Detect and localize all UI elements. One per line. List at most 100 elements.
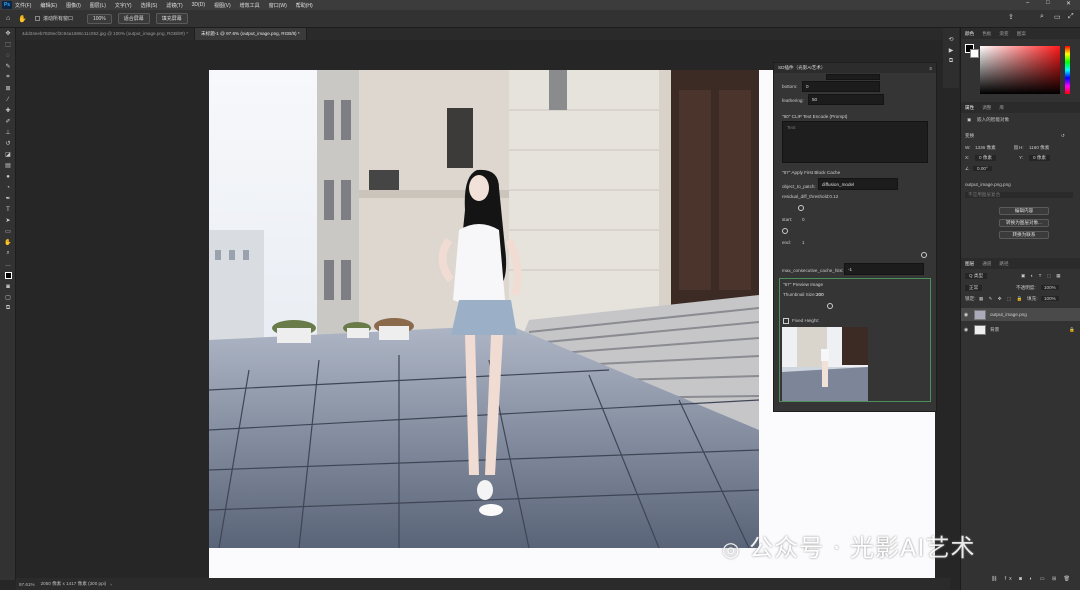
- lock-icons[interactable]: ▦ ✎ ✥ ⬚ 🔒: [979, 296, 1024, 302]
- tab-swatches[interactable]: 色板: [978, 31, 995, 37]
- reset-transform-icon[interactable]: ↺: [1061, 133, 1065, 139]
- menu-layer[interactable]: 图层(L): [90, 2, 106, 9]
- fx-icon[interactable]: fx: [1005, 576, 1015, 582]
- tab-channels[interactable]: 通道: [978, 261, 995, 267]
- screen-mode-icon[interactable]: ▢: [0, 292, 16, 303]
- link-layers-icon[interactable]: ⛓: [991, 576, 1000, 582]
- eye-icon[interactable]: ◉: [961, 327, 971, 333]
- plugin-icon[interactable]: ⧉: [0, 303, 16, 314]
- convert-to-layers-button[interactable]: 转换为图层对象...: [999, 219, 1049, 227]
- layer-filter-select[interactable]: Q 类型: [965, 273, 988, 279]
- group-icon[interactable]: ▭: [1040, 576, 1048, 582]
- share-icon[interactable]: ⇪: [1008, 13, 1014, 21]
- edit-contents-button[interactable]: 编辑内容: [999, 207, 1049, 215]
- fill-value[interactable]: 100%: [1041, 296, 1059, 301]
- delete-layer-icon[interactable]: 🗑: [1064, 576, 1073, 582]
- max-cache-hits-input[interactable]: -1: [844, 263, 924, 275]
- menu-window[interactable]: 窗口(W): [269, 2, 287, 9]
- width-value[interactable]: 1336 像素: [975, 145, 996, 151]
- residual-slider-knob[interactable]: [798, 205, 804, 211]
- tab-properties[interactable]: 属性: [961, 105, 978, 111]
- tab-adjustments[interactable]: 调整: [978, 105, 995, 111]
- link-dimensions-icon[interactable]: ⛓: [1013, 145, 1019, 151]
- more-tools-icon[interactable]: …: [0, 259, 16, 270]
- hue-slider[interactable]: [1065, 46, 1070, 94]
- zoom-level[interactable]: 97.61%: [19, 582, 35, 587]
- workspace-icon[interactable]: ▭: [1054, 13, 1061, 21]
- maximize-icon[interactable]: □: [1046, 0, 1050, 6]
- eraser-tool-icon[interactable]: ◪: [0, 149, 16, 160]
- document-info[interactable]: 2050 像素 x 1417 像素 (300 ppi): [41, 581, 107, 587]
- color-picker-field[interactable]: [980, 46, 1060, 94]
- close-icon[interactable]: ✕: [1066, 0, 1071, 7]
- history-brush-icon[interactable]: ↺: [0, 138, 16, 149]
- blend-mode-select[interactable]: 正常: [965, 285, 983, 291]
- blur-tool-icon[interactable]: ●: [0, 171, 16, 182]
- layer-filter-icons[interactable]: ▣ ◐ T ⬚ ▦: [1021, 273, 1063, 279]
- tab-libraries[interactable]: 库: [995, 105, 1008, 111]
- adjustment-icon[interactable]: ◐: [1029, 576, 1035, 582]
- actions-icon[interactable]: ▶: [943, 45, 959, 56]
- search-icon[interactable]: ⌕: [1040, 13, 1044, 21]
- menu-file[interactable]: 文件(F): [15, 2, 31, 9]
- fill-screen-button[interactable]: 填充屏幕: [155, 13, 188, 24]
- zoom-tool-icon[interactable]: ⌕: [0, 248, 16, 259]
- y-value[interactable]: 0 像素: [1029, 155, 1051, 161]
- feathering-input[interactable]: 50: [808, 94, 884, 105]
- tab-gradients[interactable]: 渐变: [995, 31, 1012, 37]
- scroll-all-windows-checkbox[interactable]: 滚动所有窗口: [34, 15, 73, 22]
- home-icon[interactable]: ⌂: [6, 15, 10, 22]
- new-layer-icon[interactable]: ⊞: [1052, 576, 1059, 582]
- menu-type[interactable]: 文字(Y): [115, 2, 132, 9]
- mask-icon[interactable]: ◙: [1019, 576, 1025, 582]
- brush-tool-icon[interactable]: ✐: [0, 116, 16, 127]
- gradient-tool-icon[interactable]: ▤: [0, 160, 16, 171]
- fixed-height-checkbox[interactable]: [783, 318, 789, 324]
- path-select-icon[interactable]: ➤: [0, 215, 16, 226]
- tab-document-2[interactable]: 未标题-1 @ 97.6% (output_image.png, RGB/8) …: [195, 28, 307, 40]
- tab-paths[interactable]: 路径: [995, 261, 1012, 267]
- sd-panel-header[interactable]: SD插件（光影AI艺术） ≡: [774, 63, 936, 73]
- menu-help[interactable]: 帮助(H): [296, 2, 313, 9]
- history-icon[interactable]: ⟲: [943, 34, 959, 45]
- hand-tool-icon[interactable]: ✋: [0, 237, 16, 248]
- height-value[interactable]: 1160 像素: [1029, 145, 1049, 151]
- expand-icon[interactable]: ⤢: [1068, 13, 1074, 21]
- type-tool-icon[interactable]: T: [0, 204, 16, 215]
- tab-document-1[interactable]: 4dd34eeb7828ecf3c94a1686c11c052.jpg @ 10…: [16, 28, 195, 40]
- plugin-panel-icon[interactable]: ⧉: [943, 56, 959, 67]
- color-swatches-icon[interactable]: [0, 270, 16, 281]
- x-value[interactable]: 0 像素: [975, 155, 997, 161]
- prompt-textarea[interactable]: Text: [782, 121, 928, 163]
- stamp-tool-icon[interactable]: ⊥: [0, 127, 16, 138]
- end-slider-knob[interactable]: [921, 252, 927, 258]
- chevron-right-icon[interactable]: ›: [110, 582, 112, 587]
- tab-patterns[interactable]: 图案: [1013, 31, 1030, 37]
- eyedropper-tool-icon[interactable]: ⁄: [0, 94, 16, 105]
- move-tool-icon[interactable]: ✥: [0, 28, 16, 39]
- angle-value[interactable]: 0.00°: [973, 166, 992, 171]
- quick-mask-icon[interactable]: ◙: [0, 281, 16, 292]
- menu-filter[interactable]: 滤镜(T): [166, 2, 182, 9]
- fit-screen-button[interactable]: 适合屏幕: [117, 13, 150, 24]
- lasso-tool-icon[interactable]: ◌: [0, 50, 16, 61]
- object-to-patch-input[interactable]: diffusion_model: [818, 178, 898, 190]
- start-slider-knob[interactable]: [782, 228, 788, 234]
- layer-comp-select[interactable]: 不应用图层复合: [965, 192, 1073, 198]
- menu-edit[interactable]: 编辑(E): [40, 2, 57, 9]
- quick-select-tool-icon[interactable]: ✎: [0, 61, 16, 72]
- hand-tool-icon[interactable]: ✋: [18, 15, 27, 23]
- thumbnail-size-knob[interactable]: [827, 303, 833, 309]
- bottom-input[interactable]: 0: [802, 81, 880, 92]
- pen-tool-icon[interactable]: ✒: [0, 193, 16, 204]
- zoom-100-button[interactable]: 100%: [86, 13, 112, 24]
- layer-row[interactable]: ◉ output_image.png: [961, 308, 1080, 321]
- healing-brush-icon[interactable]: ✚: [0, 105, 16, 116]
- crop-tool-icon[interactable]: ⌗: [0, 72, 16, 83]
- convert-to-linked-button[interactable]: 转换为联系: [999, 231, 1049, 239]
- menu-3d[interactable]: 3D(D): [192, 2, 205, 8]
- rectangle-tool-icon[interactable]: ▭: [0, 226, 16, 237]
- tab-color[interactable]: 颜色: [961, 31, 978, 37]
- menu-select[interactable]: 选择(S): [141, 2, 158, 9]
- dodge-tool-icon[interactable]: ◔: [0, 182, 16, 193]
